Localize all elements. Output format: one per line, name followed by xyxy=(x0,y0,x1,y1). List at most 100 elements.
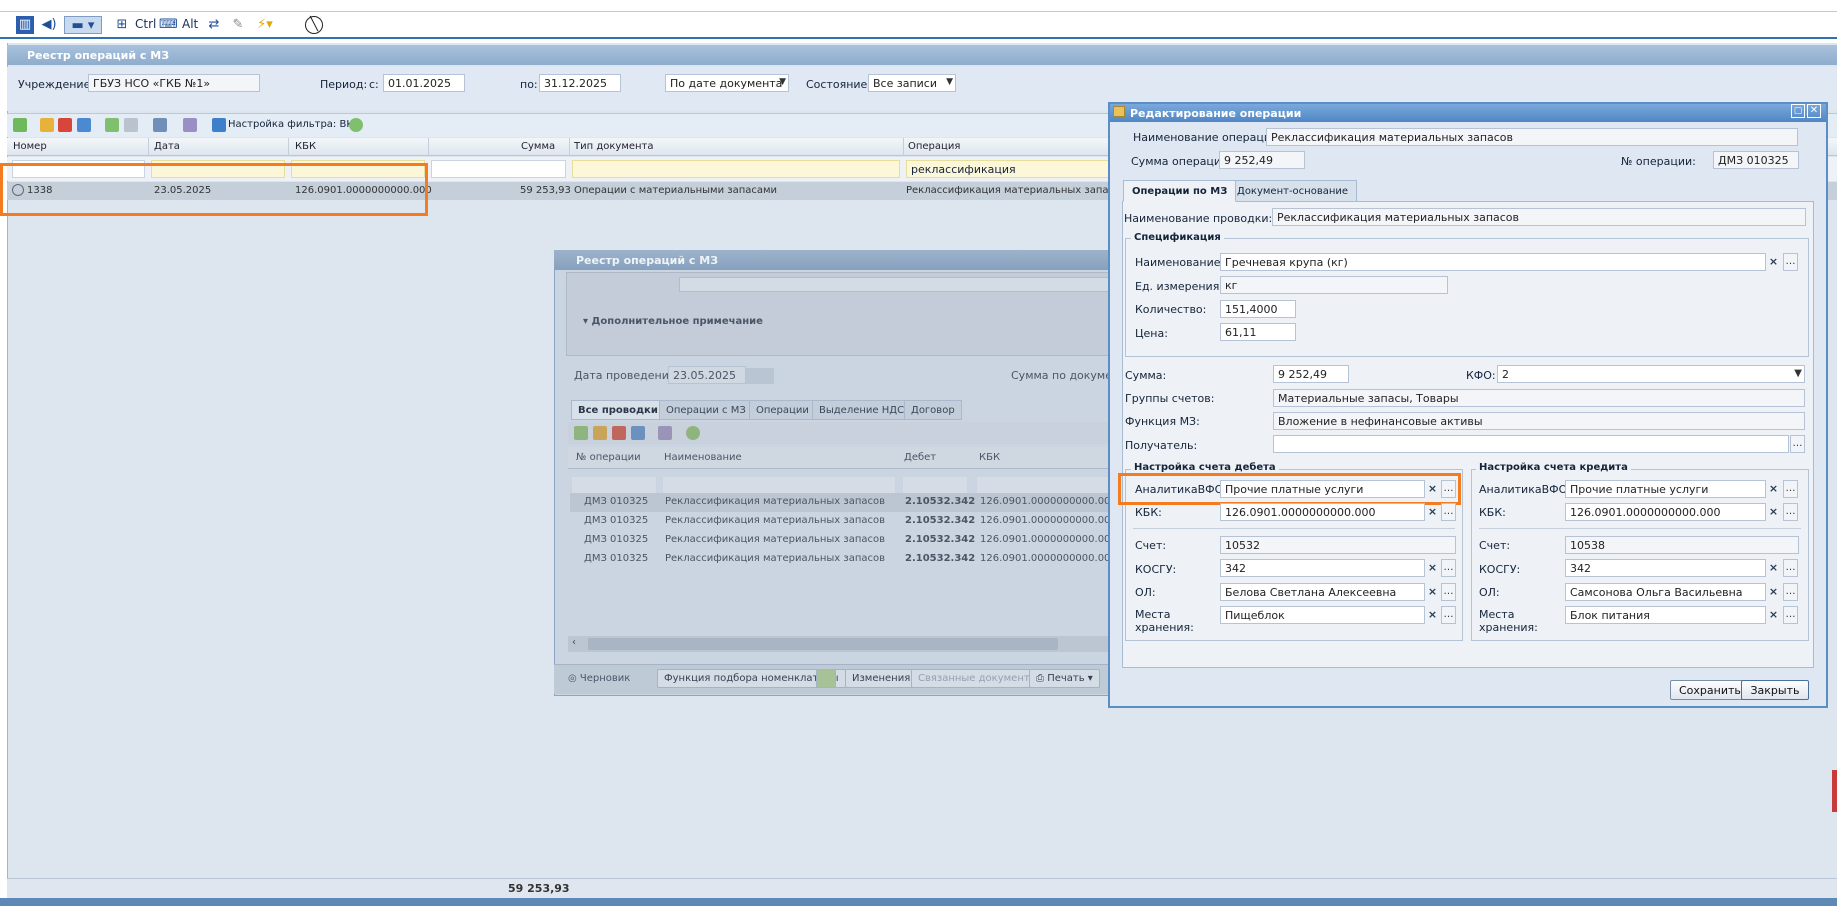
screen-dropdown-icon[interactable]: ▬ ▾ xyxy=(64,16,102,34)
add-icon[interactable] xyxy=(574,426,588,440)
clear-icon[interactable]: × xyxy=(1425,503,1440,521)
pen-icon[interactable]: ✎ xyxy=(229,16,247,34)
spec-qty-field[interactable]: 151,4000 xyxy=(1220,300,1296,318)
debit-account-field[interactable]: 10532 xyxy=(1220,536,1456,554)
close-icon[interactable]: ✕ xyxy=(1807,104,1821,118)
related-docs-button[interactable]: Связанные документы xyxy=(911,669,1045,688)
alt-key[interactable]: Alt xyxy=(182,17,198,31)
keyboard-icon[interactable]: ⌨ xyxy=(159,16,178,34)
tab-mz-operations[interactable]: Операции по МЗ xyxy=(1123,180,1237,202)
tab-vat[interactable]: Выделение НДС xyxy=(812,400,912,420)
fit-screen-icon[interactable]: ⊞ xyxy=(113,16,131,34)
edit-icon[interactable] xyxy=(593,426,607,440)
credit-kosgu-field[interactable]: 342 xyxy=(1565,559,1766,577)
scroll-thumb[interactable] xyxy=(588,638,1058,650)
state-select[interactable]: Все записи ▼ xyxy=(868,74,956,92)
clear-icon[interactable]: × xyxy=(1425,583,1440,601)
credit-account-field[interactable]: 10538 xyxy=(1565,536,1799,554)
maximize-icon[interactable]: ▢ xyxy=(1791,104,1805,118)
kfo-select[interactable]: 2 ▼ xyxy=(1497,365,1805,383)
tab-mz-operations[interactable]: Операции с МЗ xyxy=(659,400,753,420)
op-name-field[interactable]: Реклассификация материальных запасов xyxy=(1266,128,1798,146)
op-sum-field[interactable]: 9 252,49 xyxy=(1219,151,1305,169)
clear-icon[interactable]: × xyxy=(1425,559,1440,577)
clear-icon[interactable]: × xyxy=(1766,606,1781,624)
more-button[interactable]: … xyxy=(1441,503,1456,521)
credit-kbk-field[interactable]: 126.0901.0000000000.000 xyxy=(1565,503,1766,521)
sum-field[interactable]: 9 252,49 xyxy=(1273,365,1349,383)
table-row[interactable]: ДМЗ 010325 Реклассификация материальных … xyxy=(570,531,1117,550)
posting-name-field[interactable]: Реклассификация материальных запасов xyxy=(1272,208,1806,226)
col-debit[interactable]: Дебет xyxy=(904,452,936,463)
copy-icon[interactable] xyxy=(631,426,645,440)
posting-date-field[interactable]: 23.05.2025 xyxy=(668,366,746,384)
calendar-icon[interactable] xyxy=(746,368,774,384)
filter-sum-input[interactable] xyxy=(431,160,566,178)
period-to-field[interactable]: 31.12.2025 xyxy=(539,74,621,92)
more-button[interactable]: … xyxy=(1783,503,1798,521)
more-button[interactable]: … xyxy=(1441,606,1456,624)
lightning-dropdown-icon[interactable]: ⚡▾ xyxy=(250,16,280,34)
more-button[interactable]: … xyxy=(1783,583,1798,601)
refresh-icon[interactable] xyxy=(349,118,363,132)
edit-icon[interactable] xyxy=(40,118,54,132)
refresh-icon[interactable] xyxy=(686,426,700,440)
extra-note-section[interactable]: ▾ Дополнительное примечание xyxy=(583,316,763,327)
filter-kbk-input[interactable] xyxy=(976,476,1114,494)
clear-icon[interactable]: × xyxy=(1766,503,1781,521)
func-field[interactable]: Вложение в нефинансовые активы xyxy=(1273,412,1805,430)
more-button[interactable]: … xyxy=(1783,606,1798,624)
refresh-icon[interactable]: ⇄ xyxy=(205,16,223,34)
side-tab[interactable] xyxy=(1832,770,1837,812)
add-icon[interactable] xyxy=(13,118,27,132)
col-date[interactable]: Дата xyxy=(154,141,180,152)
spec-price-field[interactable]: 61,11 xyxy=(1220,323,1296,341)
tab-basis-document[interactable]: Документ-основание xyxy=(1228,180,1358,202)
col-operation[interactable]: Операция xyxy=(908,141,960,152)
settings-icon[interactable] xyxy=(658,426,672,440)
more-button[interactable]: … xyxy=(1783,253,1798,271)
speaker-icon[interactable]: ◀) xyxy=(40,16,58,34)
credit-analytics-field[interactable]: Прочие платные услуги xyxy=(1565,480,1766,498)
chevron-left-icon[interactable]: ‹ xyxy=(572,637,576,648)
close-button[interactable]: Закрыть xyxy=(1741,680,1809,700)
table-row[interactable]: ДМЗ 010325 Реклассификация материальных … xyxy=(570,493,1117,512)
more-button[interactable]: … xyxy=(1441,583,1456,601)
note-field[interactable] xyxy=(679,277,1113,292)
recipient-field[interactable] xyxy=(1273,435,1789,453)
date-mode-select[interactable]: По дате документа ▼ xyxy=(665,74,789,92)
import-icon[interactable] xyxy=(105,118,119,132)
print-button[interactable]: ⎙ Печать ▾ xyxy=(1029,669,1100,688)
spec-unit-field[interactable]: кг xyxy=(1220,276,1448,294)
debit-kbk-field[interactable]: 126.0901.0000000000.000 xyxy=(1220,503,1425,521)
clear-icon[interactable]: × xyxy=(1766,253,1781,271)
filter-doc-type-input[interactable] xyxy=(572,160,900,178)
table-row[interactable]: ДМЗ 010325 Реклассификация материальных … xyxy=(570,550,1117,569)
col-number[interactable]: Номер xyxy=(13,141,47,152)
print-icon[interactable] xyxy=(153,118,167,132)
filter-op-input[interactable] xyxy=(571,476,657,494)
horizontal-scrollbar[interactable]: ‹ xyxy=(568,636,1114,652)
settings-icon[interactable] xyxy=(183,118,197,132)
copy-icon[interactable] xyxy=(77,118,91,132)
filter-debit-input[interactable] xyxy=(902,476,968,494)
clear-icon[interactable]: × xyxy=(1766,480,1781,498)
export-icon[interactable] xyxy=(124,118,138,132)
delete-icon[interactable] xyxy=(58,118,72,132)
clock-icon[interactable]: ╲ xyxy=(305,16,323,34)
col-sum[interactable]: Сумма xyxy=(521,141,555,152)
clear-icon[interactable]: × xyxy=(1766,583,1781,601)
col-name[interactable]: Наименование xyxy=(664,452,742,463)
changes-button[interactable]: Изменения xyxy=(845,669,918,688)
credit-ol-field[interactable]: Самсонова Ольга Васильевна xyxy=(1565,583,1766,601)
col-op-no[interactable]: № операции xyxy=(576,452,641,463)
period-from-field[interactable]: 01.01.2025 xyxy=(383,74,465,92)
table-row[interactable]: ДМЗ 010325 Реклассификация материальных … xyxy=(570,512,1117,531)
save-button[interactable]: Сохранить xyxy=(1670,680,1744,700)
col-doc-type[interactable]: Тип документа xyxy=(574,141,654,152)
spec-name-field[interactable]: Гречневая крупа (кг) xyxy=(1220,253,1766,271)
institution-field[interactable]: ГБУЗ НСО «ГКБ №1» xyxy=(88,74,260,92)
col-kbk[interactable]: КБК xyxy=(295,141,316,152)
more-button[interactable]: … xyxy=(1441,559,1456,577)
credit-storage-field[interactable]: Блок питания xyxy=(1565,606,1766,624)
